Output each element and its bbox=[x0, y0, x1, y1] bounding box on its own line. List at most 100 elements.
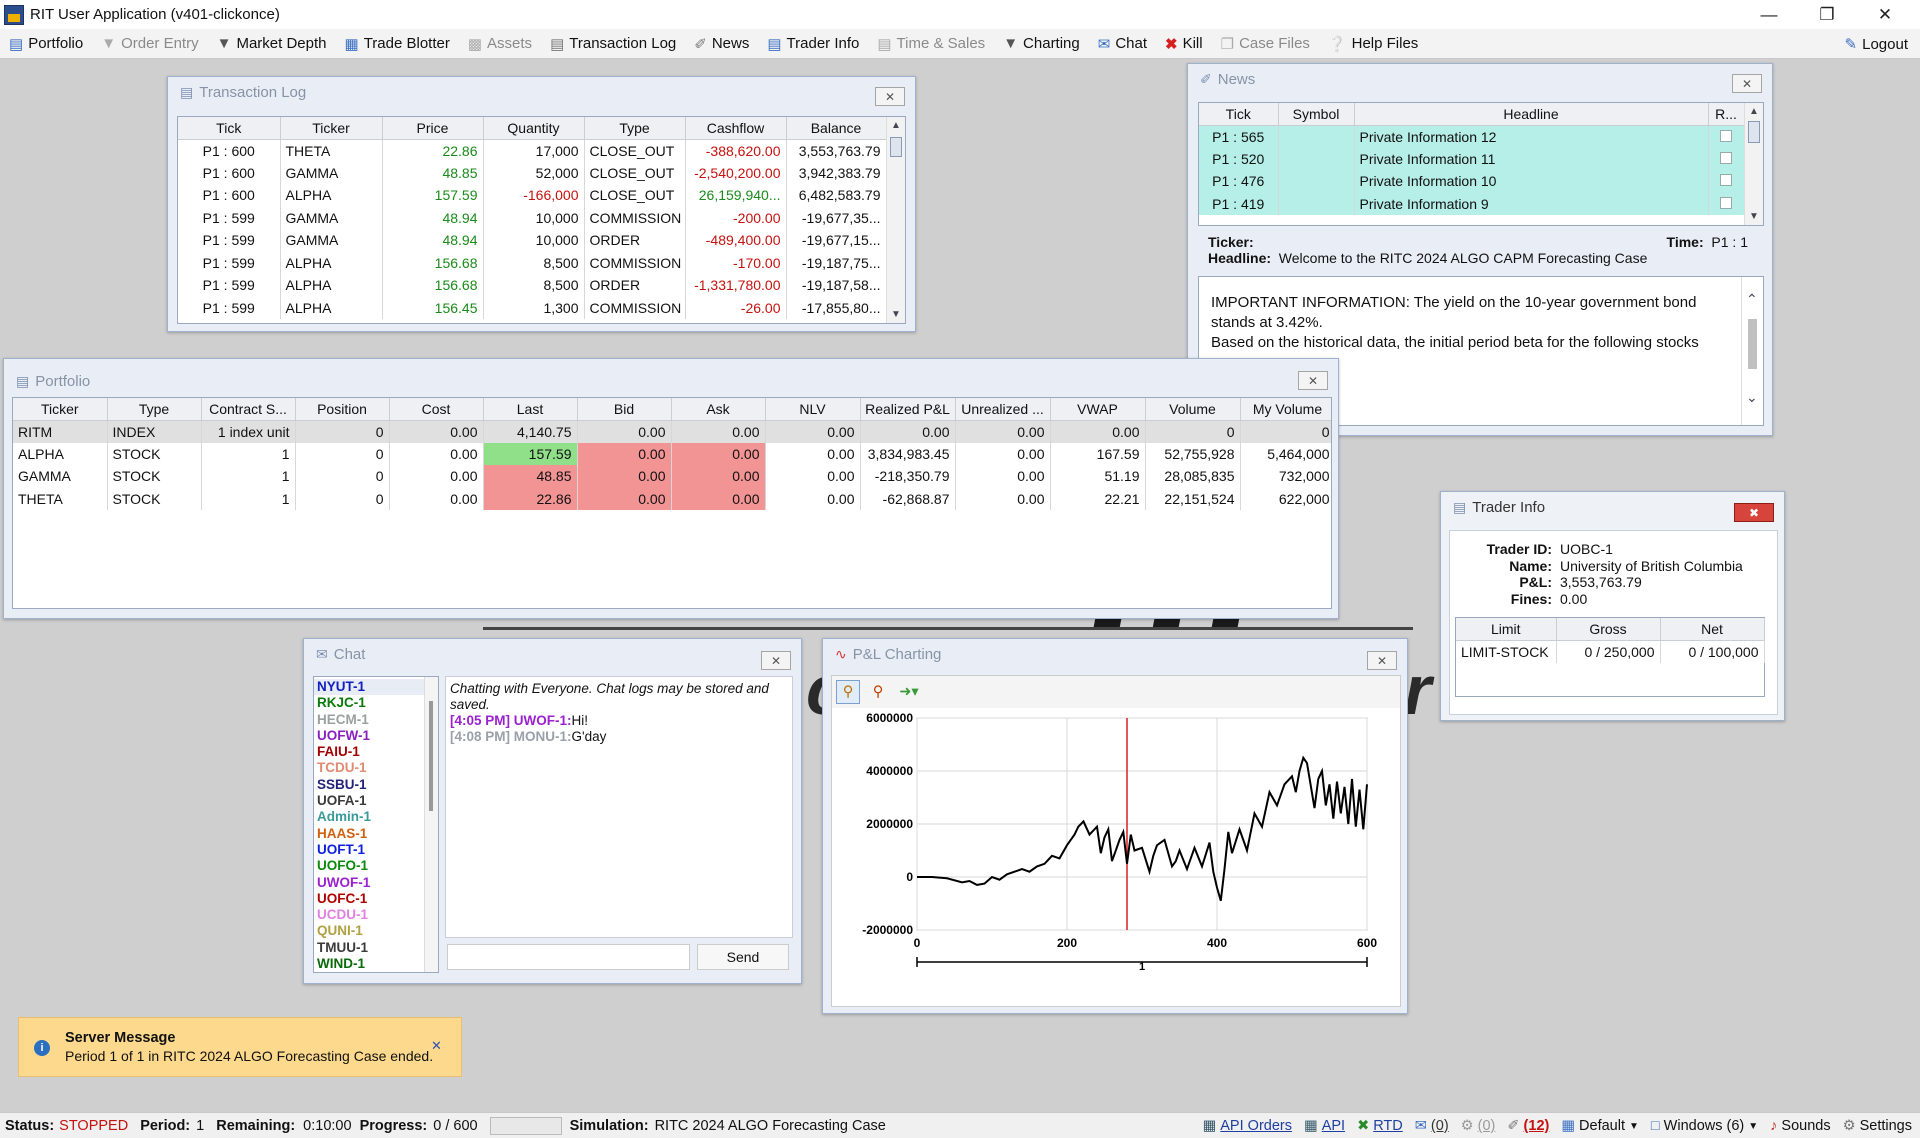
rtd-link[interactable]: ✖ RTD bbox=[1357, 1118, 1403, 1134]
column-header[interactable]: Tick bbox=[1199, 103, 1279, 126]
export-icon[interactable]: ➜▾ bbox=[896, 680, 922, 704]
chat-user[interactable]: WIND-1 bbox=[314, 956, 438, 972]
column-header[interactable]: Quantity bbox=[483, 117, 585, 140]
table-row[interactable]: P1 : 599 GAMMA 48.94 10,000 COMMISSION -200.0… bbox=[178, 206, 887, 229]
logout-button[interactable]: ✎ Logout bbox=[1845, 29, 1908, 59]
scroll-up-icon[interactable]: ▲ bbox=[891, 120, 901, 131]
close-button[interactable]: ✖ bbox=[1734, 503, 1774, 522]
portfolio-row[interactable]: RITM INDEX 1 index unit 0 0.00 4,140.75 0.00 0.… bbox=[13, 420, 1331, 443]
news-count[interactable]: ✐ (12) bbox=[1507, 1118, 1549, 1134]
news-row[interactable]: P1 : 565 Private Information 12 bbox=[1199, 125, 1745, 148]
toolbar-chat[interactable]: ✉ Chat bbox=[1089, 35, 1156, 53]
toolbar-kill[interactable]: ✖ Kill bbox=[1156, 35, 1212, 53]
table-row[interactable]: P1 : 599 ALPHA 156.68 8,500 COMMISSION -170.0… bbox=[178, 251, 887, 274]
close-button[interactable]: ✕ bbox=[1367, 651, 1397, 670]
column-header[interactable]: Volume bbox=[1145, 398, 1241, 421]
chat-user[interactable]: HECM-1 bbox=[314, 712, 438, 728]
chat-user[interactable]: NYUT-1 bbox=[314, 679, 438, 696]
read-checkbox[interactable] bbox=[1708, 125, 1745, 148]
window-title[interactable]: ▤ Trader Info bbox=[1441, 492, 1784, 522]
limit-row[interactable]: LIMIT-STOCK 0 / 250,000 0 / 100,000 bbox=[1456, 640, 1765, 663]
zoom-in-icon[interactable]: ⚲ bbox=[836, 680, 860, 704]
column-header[interactable]: Symbol bbox=[1278, 103, 1355, 126]
chevron-down-icon[interactable]: ⌄ bbox=[1746, 389, 1758, 406]
read-checkbox[interactable] bbox=[1708, 192, 1745, 215]
chat-user[interactable]: RKJC-1 bbox=[314, 695, 438, 711]
read-checkbox[interactable] bbox=[1708, 170, 1745, 193]
chat-user[interactable]: UOFT-1 bbox=[314, 842, 438, 858]
column-header[interactable]: Type bbox=[584, 117, 686, 140]
chat-user[interactable]: TMUU-1 bbox=[314, 940, 438, 956]
dismiss-icon[interactable]: ✕ bbox=[431, 1038, 442, 1054]
read-checkbox[interactable] bbox=[1708, 147, 1745, 170]
chevron-up-icon[interactable]: ⌃ bbox=[1746, 291, 1758, 308]
column-header[interactable]: Ask bbox=[671, 398, 766, 421]
close-button[interactable]: ✕ bbox=[875, 87, 905, 106]
table-row[interactable]: P1 : 599 ALPHA 156.68 8,500 ORDER -1,331,780.… bbox=[178, 274, 887, 297]
vertical-scrollbar[interactable]: ⌃ ⌄ bbox=[1741, 277, 1763, 425]
chat-input[interactable] bbox=[447, 944, 690, 970]
chat-user[interactable]: UWOF-1 bbox=[314, 875, 438, 891]
portfolio-row[interactable]: GAMMA STOCK 1 0 0.00 48.85 0.00 0.00 0.00 -218,35… bbox=[13, 465, 1331, 488]
column-header[interactable]: Realized P&L bbox=[860, 398, 956, 421]
scroll-down-icon[interactable]: ▼ bbox=[891, 309, 901, 320]
trade-count[interactable]: ⚙ (0) bbox=[1461, 1118, 1496, 1134]
sounds-toggle[interactable]: ♪ Sounds bbox=[1770, 1118, 1830, 1134]
column-header[interactable]: Limit bbox=[1456, 618, 1557, 641]
column-header[interactable]: Last bbox=[483, 398, 578, 421]
column-header[interactable]: Cashflow bbox=[685, 117, 787, 140]
close-button[interactable]: ✕ bbox=[1298, 371, 1328, 390]
portfolio-row[interactable]: THETA STOCK 1 0 0.00 22.86 0.00 0.00 0.00 -62,868… bbox=[13, 487, 1331, 510]
zoom-out-icon[interactable]: ⚲ bbox=[866, 680, 890, 704]
column-header[interactable]: Headline bbox=[1354, 103, 1709, 126]
toolbar-transaction-log[interactable]: ▤ Transaction Log bbox=[541, 35, 685, 53]
api-orders-link[interactable]: ▦ API Orders bbox=[1203, 1118, 1292, 1134]
chat-user[interactable]: UOFW-1 bbox=[314, 728, 438, 744]
toolbar-portfolio[interactable]: ▤ Portfolio bbox=[0, 35, 92, 53]
chat-user[interactable]: UOFA-1 bbox=[314, 793, 438, 809]
chat-user[interactable]: SSBU-1 bbox=[314, 777, 438, 793]
minimize-icon[interactable]: — bbox=[1740, 0, 1798, 29]
scroll-thumb[interactable] bbox=[890, 137, 902, 157]
column-header[interactable]: VWAP bbox=[1050, 398, 1146, 421]
scroll-thumb[interactable] bbox=[1748, 319, 1757, 369]
toolbar-trader-info[interactable]: ▤ Trader Info bbox=[758, 35, 868, 53]
window-title[interactable]: ∿ P&L Charting bbox=[823, 639, 1407, 669]
vertical-scrollbar[interactable]: ▲ ▼ bbox=[886, 117, 905, 323]
api-link[interactable]: ▦ API bbox=[1304, 1118, 1345, 1134]
table-row[interactable]: P1 : 599 ALPHA 156.45 1,300 COMMISSION -26.00… bbox=[178, 296, 887, 319]
chat-user[interactable]: HAAS-1 bbox=[314, 826, 438, 842]
column-header[interactable]: Ticker bbox=[13, 398, 108, 421]
table-row[interactable]: P1 : 600 THETA 22.86 17,000 CLOSE_OUT -388,62… bbox=[178, 139, 887, 162]
toolbar-market-depth[interactable]: ▼ Market Depth bbox=[208, 35, 336, 52]
column-header[interactable]: Unrealized ... bbox=[955, 398, 1051, 421]
news-row[interactable]: P1 : 520 Private Information 11 bbox=[1199, 147, 1745, 170]
toolbar-case-files[interactable]: ❐ Case Files bbox=[1212, 35, 1319, 53]
column-header[interactable]: Bid bbox=[577, 398, 672, 421]
chat-user[interactable]: FAIU-1 bbox=[314, 744, 438, 760]
toolbar-time-sales[interactable]: ▤ Time & Sales bbox=[868, 35, 994, 53]
restore-icon[interactable]: ❐ bbox=[1798, 0, 1856, 29]
close-button[interactable]: ✕ bbox=[1732, 74, 1762, 93]
chat-user[interactable]: TCDU-1 bbox=[314, 760, 438, 776]
toolbar-help-files[interactable]: ❔ Help Files bbox=[1319, 35, 1427, 53]
chat-user[interactable]: Admin-1 bbox=[314, 809, 438, 825]
table-row[interactable]: P1 : 600 GAMMA 48.85 52,000 CLOSE_OUT -2,540,… bbox=[178, 161, 887, 184]
column-header[interactable]: My Volume bbox=[1240, 398, 1331, 421]
window-title[interactable]: ▤ Transaction Log bbox=[168, 77, 915, 107]
chat-user[interactable]: UCDU-1 bbox=[314, 907, 438, 923]
chat-count[interactable]: ✉ (0) bbox=[1415, 1118, 1449, 1134]
column-header[interactable]: Price bbox=[382, 117, 484, 140]
close-window-icon[interactable]: ✕ bbox=[1856, 0, 1914, 29]
toolbar-trade-blotter[interactable]: ▦ Trade Blotter bbox=[336, 35, 459, 53]
windows-dropdown[interactable]: □ Windows (6) ▼ bbox=[1651, 1118, 1758, 1134]
column-header[interactable]: Ticker bbox=[280, 117, 383, 140]
scroll-thumb[interactable] bbox=[1748, 121, 1760, 143]
chat-user[interactable]: UOFC-1 bbox=[314, 891, 438, 907]
toolbar-news[interactable]: ✐ News bbox=[685, 35, 758, 53]
column-header[interactable]: Type bbox=[107, 398, 202, 421]
news-row[interactable]: P1 : 419 Private Information 9 bbox=[1199, 192, 1745, 215]
column-header[interactable]: Tick bbox=[178, 117, 281, 140]
news-row[interactable]: P1 : 476 Private Information 10 bbox=[1199, 170, 1745, 193]
table-row[interactable]: P1 : 599 GAMMA 48.94 10,000 ORDER -489,400.00… bbox=[178, 229, 887, 252]
